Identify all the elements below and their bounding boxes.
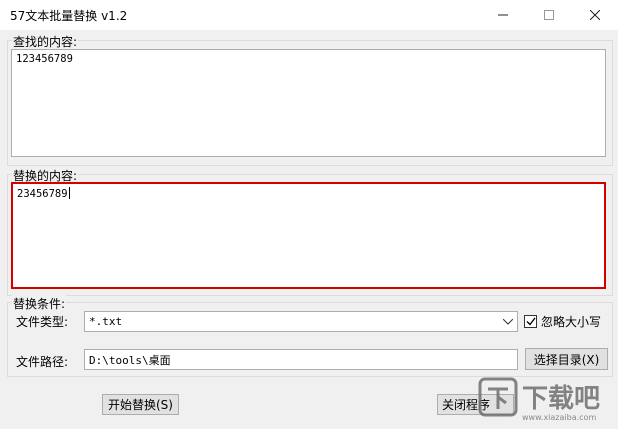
maximize-button[interactable]: [526, 0, 572, 30]
conditions-label: 替换条件:: [12, 295, 67, 312]
file-type-value: *.txt: [89, 315, 123, 328]
chevron-down-icon: [503, 318, 513, 325]
watermark-domain: www.xiazaiba.com: [522, 413, 596, 422]
checkmark-icon: [526, 317, 536, 326]
replace-textarea[interactable]: 23456789: [11, 182, 606, 289]
minimize-icon: [498, 14, 508, 16]
ignore-case-checkbox[interactable]: [524, 315, 537, 328]
window-title: 57文本批量替换 v1.2: [10, 9, 128, 23]
replace-text: 23456789: [17, 188, 68, 200]
watermark-logo: 下载吧 www.xiazaiba.com: [478, 373, 610, 423]
file-path-label: 文件路径:: [16, 355, 69, 369]
file-path-input[interactable]: D:\tools\桌面: [84, 349, 518, 370]
file-type-label: 文件类型:: [16, 315, 69, 329]
choose-directory-button[interactable]: 选择目录(X): [525, 348, 608, 370]
file-type-combobox[interactable]: *.txt: [84, 311, 518, 332]
text-caret: [68, 187, 70, 199]
maximize-icon: [544, 10, 554, 20]
close-window-button[interactable]: [572, 0, 618, 30]
find-label: 查找的内容:: [12, 33, 79, 50]
minimize-button[interactable]: [480, 0, 526, 30]
watermark-text: 下载吧: [522, 384, 600, 414]
ignore-case-label: 忽略大小写: [541, 315, 602, 329]
close-icon: [590, 10, 600, 20]
start-replace-button[interactable]: 开始替换(S): [102, 394, 179, 415]
find-textarea[interactable]: 123456789: [11, 49, 606, 157]
